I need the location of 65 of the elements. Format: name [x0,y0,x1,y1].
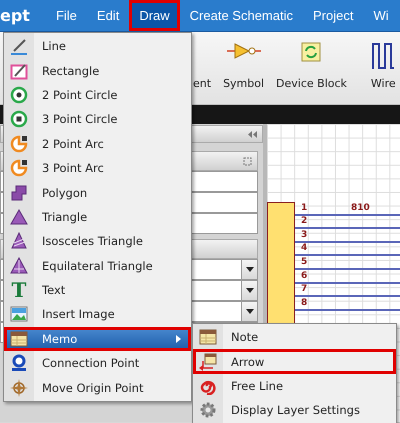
circle-icon [10,110,28,128]
menu-item[interactable]: 2 Point Circle [4,82,191,108]
polygon-icon [10,184,28,202]
menu-item[interactable]: Memo [4,326,191,352]
menu-item[interactable]: Rectangle [4,58,191,83]
dropdown-arrow-icon[interactable] [246,288,254,293]
menu-bar-item[interactable]: Create Schematic [180,0,303,31]
pin-number: 6 [301,270,308,282]
menu-item[interactable]: Free Line [193,374,396,398]
menu-item[interactable]: 3 Point Arc [4,156,191,180]
pin-icon[interactable] [243,156,252,166]
menu-item[interactable]: Arrow [193,349,396,374]
table-icon [199,329,217,346]
menu-item[interactable]: Equilateral Triangle [4,254,191,278]
menu-item[interactable]: 2 Point Arc [4,132,191,156]
image-icon [10,306,28,322]
menu-item[interactable]: Isosceles Triangle [4,229,191,254]
ribbon-button[interactable]: Wire [364,32,400,104]
menu-bar-item[interactable]: Project [302,0,364,31]
text-icon: T [12,280,26,300]
menu-bar-item[interactable]: File [46,0,87,31]
wire-icon [371,42,396,70]
ground-icon [10,354,28,372]
pin-label: 810 [351,202,370,214]
menu-bar-item[interactable]: Edit [86,0,130,31]
arc-icon [10,134,28,153]
menu-item[interactable]: Move Origin Point [4,375,191,400]
triangle-icon [10,232,28,250]
compass-icon [10,378,28,397]
pin-number: 7 [301,284,308,296]
menu-bar-item[interactable]: Wi [363,0,399,31]
triangle-icon [10,256,28,275]
menu-item[interactable]: Note [193,325,396,350]
circle-icon [10,86,28,104]
menu-item[interactable]: Line [4,34,191,58]
menu-item[interactable]: Polygon [4,180,191,205]
pen-line-icon [10,37,28,56]
pin-number: 4 [301,243,308,254]
pin-number: 8 [301,298,308,309]
menu-bar-item[interactable]: Draw [129,0,180,31]
table-arrow-icon [198,352,218,371]
menu-item[interactable]: Connection Point [4,351,191,376]
menu-item[interactable]: Triangle [4,204,191,230]
table-icon [10,330,28,347]
collapse-icon[interactable] [248,130,257,138]
app-name: ept [0,5,31,27]
settings-icon [199,401,217,420]
submenu-arrow-icon [176,334,181,343]
buffer-icon [226,42,261,60]
ribbon-button[interactable]: Symbol [217,32,270,104]
dropdown-arrow-icon[interactable] [246,309,254,314]
pin-number: 5 [301,256,308,268]
menu-item[interactable]: Display Layer Settings [193,398,396,423]
menu-item[interactable]: Insert Image [4,302,191,327]
menu-item[interactable]: 3 Point Circle [4,107,191,132]
block-arrows-icon [301,42,322,62]
menu-item[interactable]: T Text [4,278,191,302]
pin-number: 2 [301,216,308,228]
arc-icon [10,159,28,178]
pin-number: 1 [301,202,308,214]
pen-rectangle-icon [10,62,28,80]
ribbon-button[interactable]: Device Block [270,32,353,104]
triangle-icon [10,208,28,226]
dropdown-arrow-icon[interactable] [246,267,254,272]
pin-number: 3 [301,230,308,241]
